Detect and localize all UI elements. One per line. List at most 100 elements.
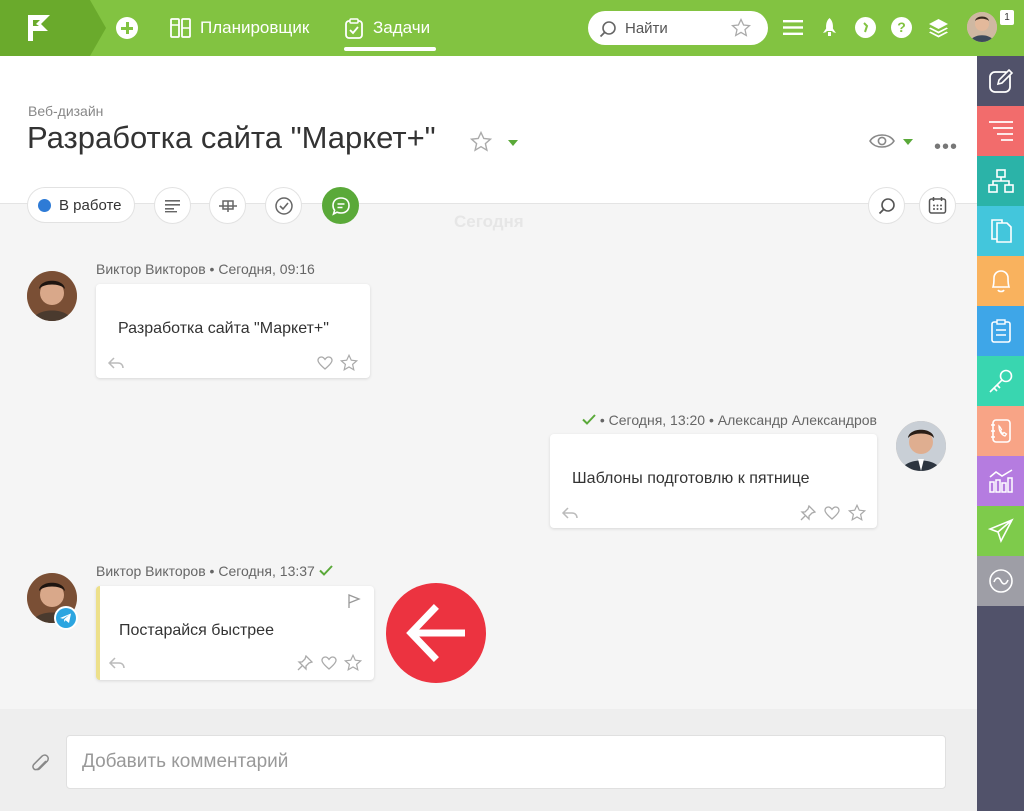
favorite-star-icon[interactable] [731, 18, 751, 38]
timer-icon[interactable] [855, 17, 876, 38]
calendar-icon [928, 197, 947, 214]
list-icon [988, 121, 1013, 141]
status-label: В работе [59, 196, 122, 214]
planner-icon [170, 18, 191, 38]
message-text: Постарайся быстрее [119, 622, 274, 639]
search-comments-button[interactable] [868, 187, 905, 224]
comment-input[interactable] [66, 735, 946, 789]
star-icon[interactable] [470, 131, 492, 153]
send-icon [987, 518, 1014, 544]
message-time: Сегодня, 09:16 [218, 261, 315, 277]
pin-icon[interactable] [800, 505, 816, 521]
status-button[interactable]: В работе [27, 187, 135, 223]
comments-button[interactable] [322, 187, 359, 224]
check-circle-icon [274, 196, 293, 215]
sidebar-item-contacts[interactable] [977, 406, 1024, 456]
message-author[interactable]: Виктор Викторов [96, 261, 206, 277]
reply-icon[interactable] [561, 506, 579, 520]
message-time: Сегодня, 13:20 [608, 412, 706, 428]
sidebar-item-tasks-list[interactable] [977, 106, 1024, 156]
sidebar-item-notes[interactable] [977, 306, 1024, 356]
nav-tasks-label: Задачи [373, 18, 431, 37]
star-icon[interactable] [344, 654, 362, 672]
nav-planner-label: Планировщик [200, 18, 310, 37]
layers-icon[interactable] [928, 18, 949, 38]
sidebar-item-documents[interactable] [977, 206, 1024, 256]
telegram-badge [54, 606, 78, 630]
bell-icon [991, 270, 1010, 293]
message-bubble: Постарайся быстрее [96, 586, 374, 680]
attach-paperclip-icon[interactable] [31, 752, 51, 776]
sidebar-item-notifications[interactable] [977, 256, 1024, 306]
menu-icon[interactable] [783, 19, 803, 36]
sidebar-item-messages[interactable] [977, 506, 1024, 556]
message-text: Шаблоны подготовлю к пятнице [572, 470, 810, 487]
breadcrumb[interactable]: Веб-дизайн [28, 103, 103, 119]
nav-planner[interactable]: Планировщик [170, 0, 309, 56]
star-icon[interactable] [848, 504, 866, 522]
meta-separator: • [599, 412, 605, 428]
search-box[interactable]: Найти [588, 11, 768, 45]
telegram-icon [60, 613, 71, 623]
like-heart-icon[interactable] [321, 656, 337, 670]
add-icon[interactable] [116, 17, 138, 39]
checklist-button[interactable] [265, 187, 302, 224]
flag-icon[interactable] [347, 594, 361, 609]
chevron-down-icon[interactable] [508, 140, 518, 146]
pin-icon[interactable] [297, 655, 313, 671]
app-logo[interactable] [0, 0, 90, 56]
message-author[interactable]: Виктор Викторов [96, 563, 206, 579]
rocket-icon[interactable] [821, 17, 838, 39]
like-heart-icon[interactable] [317, 356, 333, 370]
meta-separator: • [708, 412, 714, 428]
message-author[interactable]: Александр Александров [718, 412, 877, 428]
avatar[interactable] [896, 421, 946, 471]
notes-icon [990, 319, 1011, 343]
search-icon [878, 197, 895, 214]
page-title: Разработка сайта "Маркет+" [27, 120, 436, 155]
chat-bubble-icon [331, 196, 350, 216]
sidebar-item-structure[interactable] [977, 156, 1024, 206]
more-options-icon[interactable]: ••• [934, 136, 958, 159]
documents-icon [990, 219, 1012, 243]
message-bubble: Шаблоны подготовлю к пятнице [550, 434, 877, 528]
top-bar: Планировщик Задачи Найти ? 1 [0, 0, 1024, 56]
read-check-icon [582, 414, 596, 425]
search-icon [599, 21, 616, 38]
eye-icon[interactable] [869, 130, 915, 152]
calendar-button[interactable] [919, 187, 956, 224]
board-button[interactable] [209, 187, 246, 224]
header-divider [0, 203, 977, 204]
board-icon [218, 199, 237, 212]
day-separator: Сегодня [454, 212, 524, 231]
reply-icon[interactable] [108, 656, 126, 670]
text-lines-icon [165, 199, 180, 212]
tasks-clipboard-icon [345, 17, 363, 39]
reply-icon[interactable] [107, 356, 125, 370]
sidebar-item-analytics[interactable] [977, 456, 1024, 506]
description-button[interactable] [154, 187, 191, 224]
sidebar-item-activity[interactable] [977, 556, 1024, 606]
search-placeholder: Найти [625, 20, 668, 37]
message-text: Разработка сайта "Маркет+" [118, 320, 329, 337]
message-meta: Виктор Викторов • Сегодня, 13:37 [96, 563, 333, 579]
notification-badge[interactable]: 1 [1000, 10, 1014, 25]
avatar[interactable] [27, 271, 77, 321]
edit-icon [988, 68, 1013, 93]
analytics-icon [988, 469, 1013, 493]
user-avatar[interactable] [967, 12, 997, 42]
active-tab-indicator [344, 47, 436, 51]
star-icon[interactable] [340, 354, 358, 372]
message-meta: Виктор Викторов • Сегодня, 09:16 [96, 261, 315, 277]
meta-separator: • [209, 261, 215, 277]
highlight-arrow-icon [386, 583, 486, 683]
like-heart-icon[interactable] [824, 506, 840, 520]
help-icon[interactable]: ? [891, 17, 912, 38]
task-header: Веб-дизайн Разработка сайта "Маркет+" ••… [0, 56, 977, 224]
flag-logo-icon [28, 15, 50, 41]
status-dot-icon [38, 198, 51, 212]
read-check-icon [318, 565, 333, 576]
sidebar-item-edit[interactable] [977, 56, 1024, 106]
sidebar-item-passwords[interactable] [977, 356, 1024, 406]
wave-icon [988, 569, 1013, 593]
